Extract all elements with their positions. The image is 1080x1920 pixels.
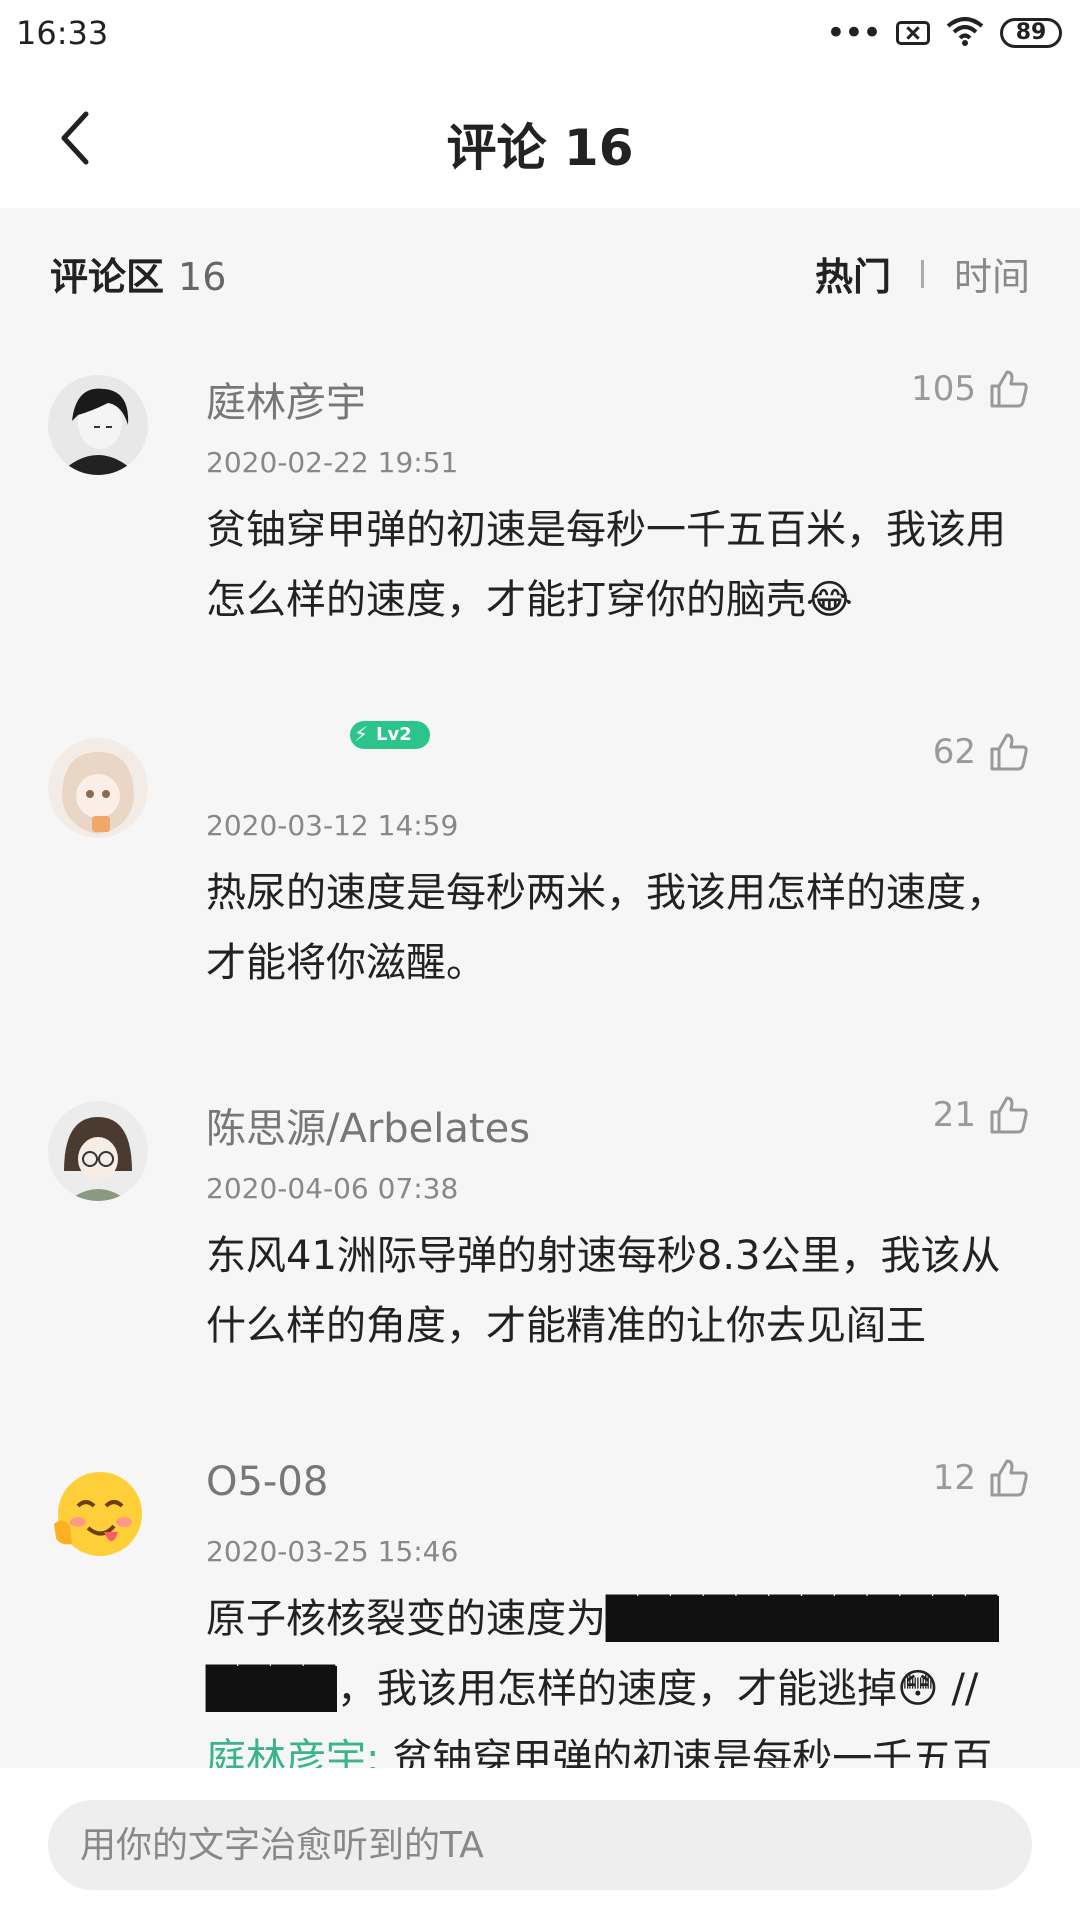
comment-meta: Lv2 <box>206 691 1030 803</box>
bottom-input-bar <box>0 1768 1080 1920</box>
username[interactable]: 庭林彦宇 <box>206 380 366 426</box>
page-title: 评论 16 <box>446 119 634 177</box>
comment-timestamp: 2020-02-22 19:51 <box>206 446 459 479</box>
thumbs-up-icon <box>988 731 1030 773</box>
comment-item: 陈思源/Arbelates 21 2020-04-06 07:38 东风41洲际… <box>0 1054 1080 1361</box>
like-button[interactable]: 12 <box>933 1457 1030 1499</box>
sort-tab-hot[interactable]: 热门 <box>815 246 891 301</box>
comment-input[interactable] <box>48 1800 1032 1890</box>
thumbs-up-icon <box>988 1094 1030 1136</box>
username[interactable]: 陈思源/Arbelates <box>206 1106 530 1152</box>
status-icons: ••• 89 <box>826 16 1062 50</box>
comment-text[interactable]: 原子核核裂变的速度为████████████████，我该用怎样的速度，才能逃掉… <box>206 1584 1030 1768</box>
battery-icon: 89 <box>1000 18 1062 48</box>
nav-bar: 评论 16 <box>0 72 1080 208</box>
sim-off-icon <box>896 21 930 45</box>
avatar[interactable] <box>48 375 148 475</box>
comment-text-part: 原子核核裂变的速度为 <box>206 1596 606 1642</box>
thumbs-up-icon <box>988 368 1030 410</box>
comment-meta: 庭林彦宇 <box>206 328 1030 440</box>
comment-text-part: ，我该用怎样的速度，才能逃掉😳 // <box>337 1666 979 1712</box>
comment-section-header: 评论区 16 热门 时间 <box>0 208 1080 328</box>
comment-text[interactable]: 贫铀穿甲弹的初速是每秒一千五百米，我该用怎么样的速度，才能打穿你的脑壳😂 <box>206 495 1030 635</box>
username[interactable]: O5-08 <box>206 1459 328 1505</box>
status-bar: 16:33 ••• 89 <box>0 0 1080 72</box>
mention-link[interactable]: 庭林彦宇: <box>206 1736 379 1768</box>
level-badge: Lv2 <box>350 720 430 749</box>
more-dots-icon: ••• <box>825 13 882 53</box>
like-count: 21 <box>932 1095 976 1135</box>
avatar[interactable] <box>48 1101 148 1201</box>
status-time: 16:33 <box>16 14 109 52</box>
comment-item: 庭林彦宇 105 2020-02-22 19:51 贫铀穿甲弹的初速是每秒一千五… <box>0 328 1080 635</box>
section-title-label: 评论区 <box>50 255 165 299</box>
thumbs-up-icon <box>988 1457 1030 1499</box>
like-button[interactable]: 62 <box>933 731 1030 773</box>
like-count: 12 <box>932 1458 976 1498</box>
like-count: 62 <box>932 732 976 772</box>
comment-timestamp: 2020-03-12 14:59 <box>206 809 459 842</box>
sort-tab-time[interactable]: 时间 <box>954 246 1030 301</box>
section-title: 评论区 16 <box>50 246 226 301</box>
avatar[interactable] <box>48 1464 148 1564</box>
comment-item: Lv2 62 2020-03-12 14:59 热尿的速度是每秒两米，我该用怎样… <box>0 691 1080 998</box>
comment-text[interactable]: 东风41洲际导弹的射速每秒8.3公里，我该从什么样的角度，才能精准的让你去见阎王 <box>206 1221 1030 1361</box>
comment-item: O5-08 12 2020-03-25 15:46 原子核核裂变的速度为████… <box>0 1417 1080 1768</box>
comment-list: 庭林彦宇 105 2020-02-22 19:51 贫铀穿甲弹的初速是每秒一千五… <box>0 328 1080 1768</box>
comment-timestamp: 2020-04-06 07:38 <box>206 1172 459 1205</box>
comment-meta: 陈思源/Arbelates <box>206 1054 1030 1166</box>
sort-tabs: 热门 时间 <box>815 246 1030 301</box>
wifi-icon <box>946 16 984 50</box>
avatar[interactable] <box>48 738 148 838</box>
like-count: 105 <box>911 369 976 409</box>
comment-text[interactable]: 热尿的速度是每秒两米，我该用怎样的速度，才能将你滋醒。 <box>206 858 1030 998</box>
section-count: 16 <box>178 255 227 299</box>
comment-meta: O5-08 <box>206 1417 1030 1529</box>
sort-divider <box>920 259 924 288</box>
comment-timestamp: 2020-03-25 15:46 <box>206 1535 459 1568</box>
like-button[interactable]: 105 <box>911 368 1030 410</box>
like-button[interactable]: 21 <box>933 1094 1030 1136</box>
